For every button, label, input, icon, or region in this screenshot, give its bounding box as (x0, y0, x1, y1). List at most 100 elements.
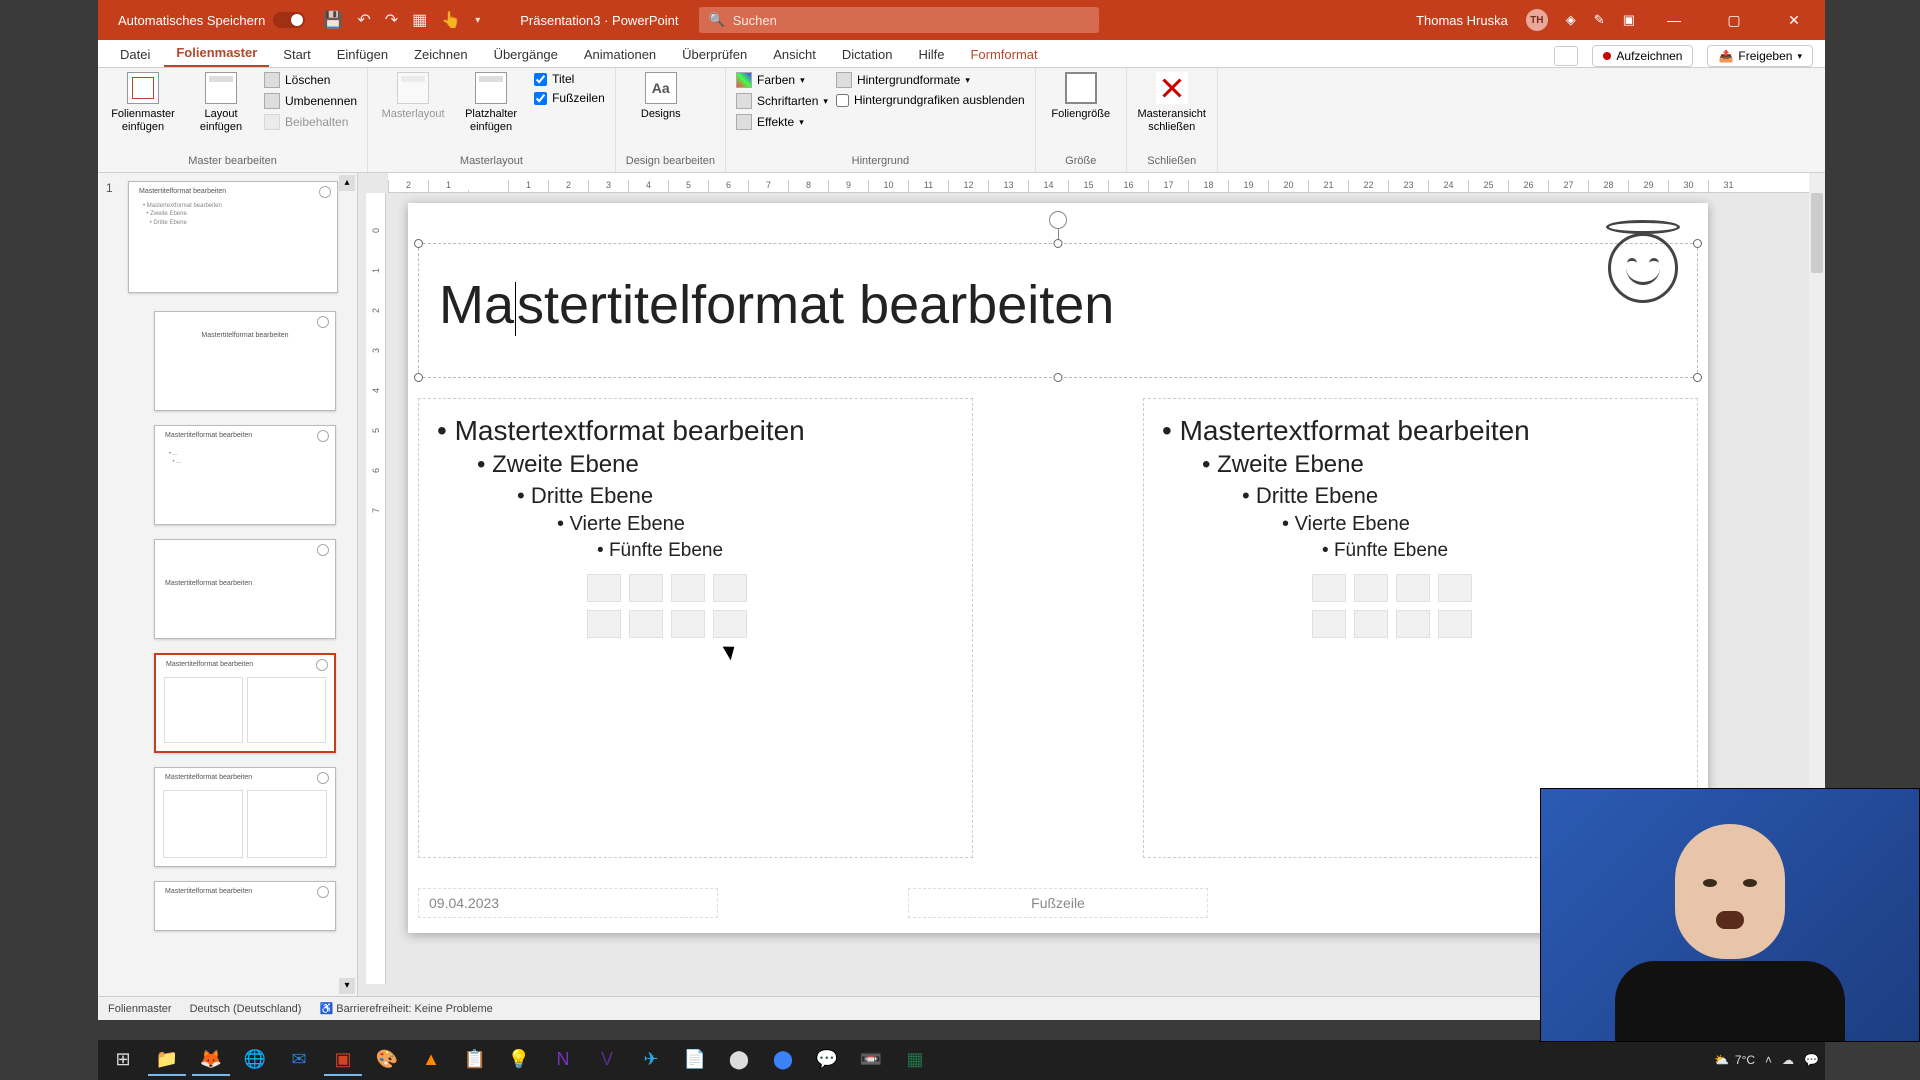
view-mode-label[interactable]: Folienmaster (108, 1003, 172, 1015)
bullet-level-4[interactable]: Vierte Ebene (557, 513, 954, 536)
bullet-level-5[interactable]: Fünfte Ebene (1322, 540, 1679, 562)
app-icon-4[interactable]: 📄 (676, 1044, 714, 1076)
bullet-level-1[interactable]: Mastertextformat bearbeiten (1162, 415, 1679, 447)
picture-icon[interactable] (587, 610, 621, 638)
bullet-level-3[interactable]: Dritte Ebene (517, 483, 954, 509)
user-avatar[interactable]: TH (1526, 9, 1548, 31)
bullet-level-1[interactable]: Mastertextformat bearbeiten (437, 415, 954, 447)
accessibility-label[interactable]: ♿ Barrierefreiheit: Keine Probleme (319, 1002, 492, 1015)
app-icon-6[interactable]: 📼 (852, 1044, 890, 1076)
colors-button[interactable]: Farben ▾ (736, 72, 828, 88)
file-explorer-icon[interactable]: 📁 (148, 1044, 186, 1076)
outlook-icon[interactable]: ✉ (280, 1044, 318, 1076)
online-picture-icon[interactable] (629, 610, 663, 638)
firefox-icon[interactable]: 🦊 (192, 1044, 230, 1076)
layout-thumbnail-3[interactable]: Mastertitelformat bearbeiten (154, 539, 336, 639)
qat-customize-icon[interactable]: ▾ (475, 15, 480, 26)
bullet-level-3[interactable]: Dritte Ebene (1242, 483, 1679, 509)
footers-checkbox[interactable]: Fußzeilen (534, 91, 605, 105)
redo-icon[interactable]: ↷ (385, 10, 398, 30)
chart-icon[interactable] (1354, 574, 1388, 602)
online-picture-icon[interactable] (1354, 610, 1388, 638)
save-icon[interactable]: 💾 (323, 10, 343, 30)
share-button[interactable]: 📤Freigeben ▾ (1707, 45, 1813, 67)
background-styles-button[interactable]: Hintergrundformate ▾ (836, 72, 1025, 88)
themes-button[interactable]: Designs (626, 72, 696, 121)
visual-studio-icon[interactable]: V (588, 1044, 626, 1076)
table-icon[interactable] (1312, 574, 1346, 602)
close-button[interactable]: ✕ (1773, 12, 1815, 29)
tab-zeichnen[interactable]: Zeichnen (402, 42, 479, 67)
rename-button[interactable]: Umbenennen (264, 93, 357, 109)
tab-hilfe[interactable]: Hilfe (906, 42, 956, 67)
smartart-icon[interactable] (671, 574, 705, 602)
minimize-button[interactable]: — (1653, 12, 1695, 28)
video-icon[interactable] (1396, 610, 1430, 638)
discord-icon[interactable]: 💬 (808, 1044, 846, 1076)
effects-button[interactable]: Effekte ▾ (736, 114, 828, 130)
table-icon[interactable] (587, 574, 621, 602)
app-icon-1[interactable]: 🎨 (368, 1044, 406, 1076)
tab-ueberpruefen[interactable]: Überprüfen (670, 42, 759, 67)
insert-layout-button[interactable]: Layout einfügen (186, 72, 256, 134)
layout-thumbnail-4-selected[interactable]: Mastertitelformat bearbeiten (154, 653, 336, 753)
tab-uebergaenge[interactable]: Übergänge (482, 42, 570, 67)
slide-size-button[interactable]: Foliengröße (1046, 72, 1116, 121)
maximize-button[interactable]: ▢ (1713, 12, 1755, 29)
rotate-handle-icon[interactable] (1049, 211, 1067, 229)
autosave-toggle[interactable]: Automatisches Speichern (118, 12, 305, 28)
layout-thumbnail-1[interactable]: Mastertitelformat bearbeiten (154, 311, 336, 411)
weather-widget[interactable]: ⛅7°C (1714, 1053, 1755, 1067)
bullet-level-5[interactable]: Fünfte Ebene (597, 540, 954, 562)
scroll-down-button[interactable]: ▾ (339, 978, 355, 994)
hide-bg-graphics-checkbox[interactable]: Hintergrundgrafiken ausblenden (836, 93, 1025, 107)
title-text[interactable]: Mastertitelformat bearbeiten (419, 244, 1697, 366)
diamond-icon[interactable]: ◈ (1566, 12, 1576, 28)
title-checkbox[interactable]: Titel (534, 72, 605, 86)
scroll-up-button[interactable]: ▴ (339, 175, 355, 191)
powerpoint-icon[interactable]: ▣ (324, 1044, 362, 1076)
tab-start[interactable]: Start (271, 42, 322, 67)
layout-thumbnail-5[interactable]: Mastertitelformat bearbeiten (154, 767, 336, 867)
icon-icon[interactable] (713, 610, 747, 638)
master-thumbnail[interactable]: Mastertitelformat bearbeiten • Mastertex… (128, 181, 338, 293)
tab-animationen[interactable]: Animationen (572, 42, 668, 67)
excel-icon[interactable]: ▦ (896, 1044, 934, 1076)
scrollbar-thumb[interactable] (1811, 193, 1823, 273)
video-icon[interactable] (671, 610, 705, 638)
chart-icon[interactable] (629, 574, 663, 602)
layout-thumbnail-6[interactable]: Mastertitelformat bearbeiten (154, 881, 336, 931)
start-button[interactable]: ⊞ (104, 1044, 142, 1076)
insert-slidemaster-button[interactable]: Folienmaster einfügen (108, 72, 178, 134)
telegram-icon[interactable]: ✈ (632, 1044, 670, 1076)
cloud-sync-icon[interactable]: ☁ (1782, 1053, 1794, 1067)
layout-thumbnail-2[interactable]: Mastertitelformat bearbeiten• ... • ... (154, 425, 336, 525)
user-name[interactable]: Thomas Hruska (1416, 13, 1508, 28)
tray-chat-icon[interactable]: 💬 (1804, 1053, 1819, 1067)
app-icon-3[interactable]: 💡 (500, 1044, 538, 1076)
search-box[interactable]: 🔍 (699, 7, 1099, 33)
touch-mode-icon[interactable]: 👆 (441, 10, 461, 30)
slide-canvas[interactable]: Mastertitelformat bearbeiten Mastertextf… (408, 203, 1708, 933)
bullet-level-2[interactable]: Zweite Ebene (1202, 451, 1679, 479)
smiley-icon[interactable] (1608, 233, 1678, 303)
fonts-button[interactable]: Schriftarten ▾ (736, 93, 828, 109)
3d-model-icon[interactable] (713, 574, 747, 602)
record-button[interactable]: Aufzeichnen (1592, 45, 1693, 67)
bullet-level-4[interactable]: Vierte Ebene (1282, 513, 1679, 536)
footer-placeholder[interactable]: Fußzeile (908, 888, 1208, 918)
start-from-beginning-icon[interactable]: ▦ (412, 10, 427, 30)
tray-expand-icon[interactable]: ˄ (1765, 1053, 1772, 1067)
tab-einfuegen[interactable]: Einfügen (325, 42, 400, 67)
pen-icon[interactable]: ✎ (1594, 12, 1605, 28)
tab-datei[interactable]: Datei (108, 42, 162, 67)
window-layouts-icon[interactable]: ▣ (1623, 12, 1635, 28)
content-placeholder-left[interactable]: Mastertextformat bearbeiten Zweite Ebene… (418, 398, 973, 858)
close-master-view-button[interactable]: Masteransicht schließen (1137, 72, 1207, 134)
app-icon-2[interactable]: 📋 (456, 1044, 494, 1076)
insert-placeholder-button[interactable]: Platzhalter einfügen (456, 72, 526, 134)
vlc-icon[interactable]: ▲ (412, 1044, 450, 1076)
tab-dictation[interactable]: Dictation (830, 42, 905, 67)
date-placeholder[interactable]: 09.04.2023 (418, 888, 718, 918)
delete-button[interactable]: Löschen (264, 72, 357, 88)
